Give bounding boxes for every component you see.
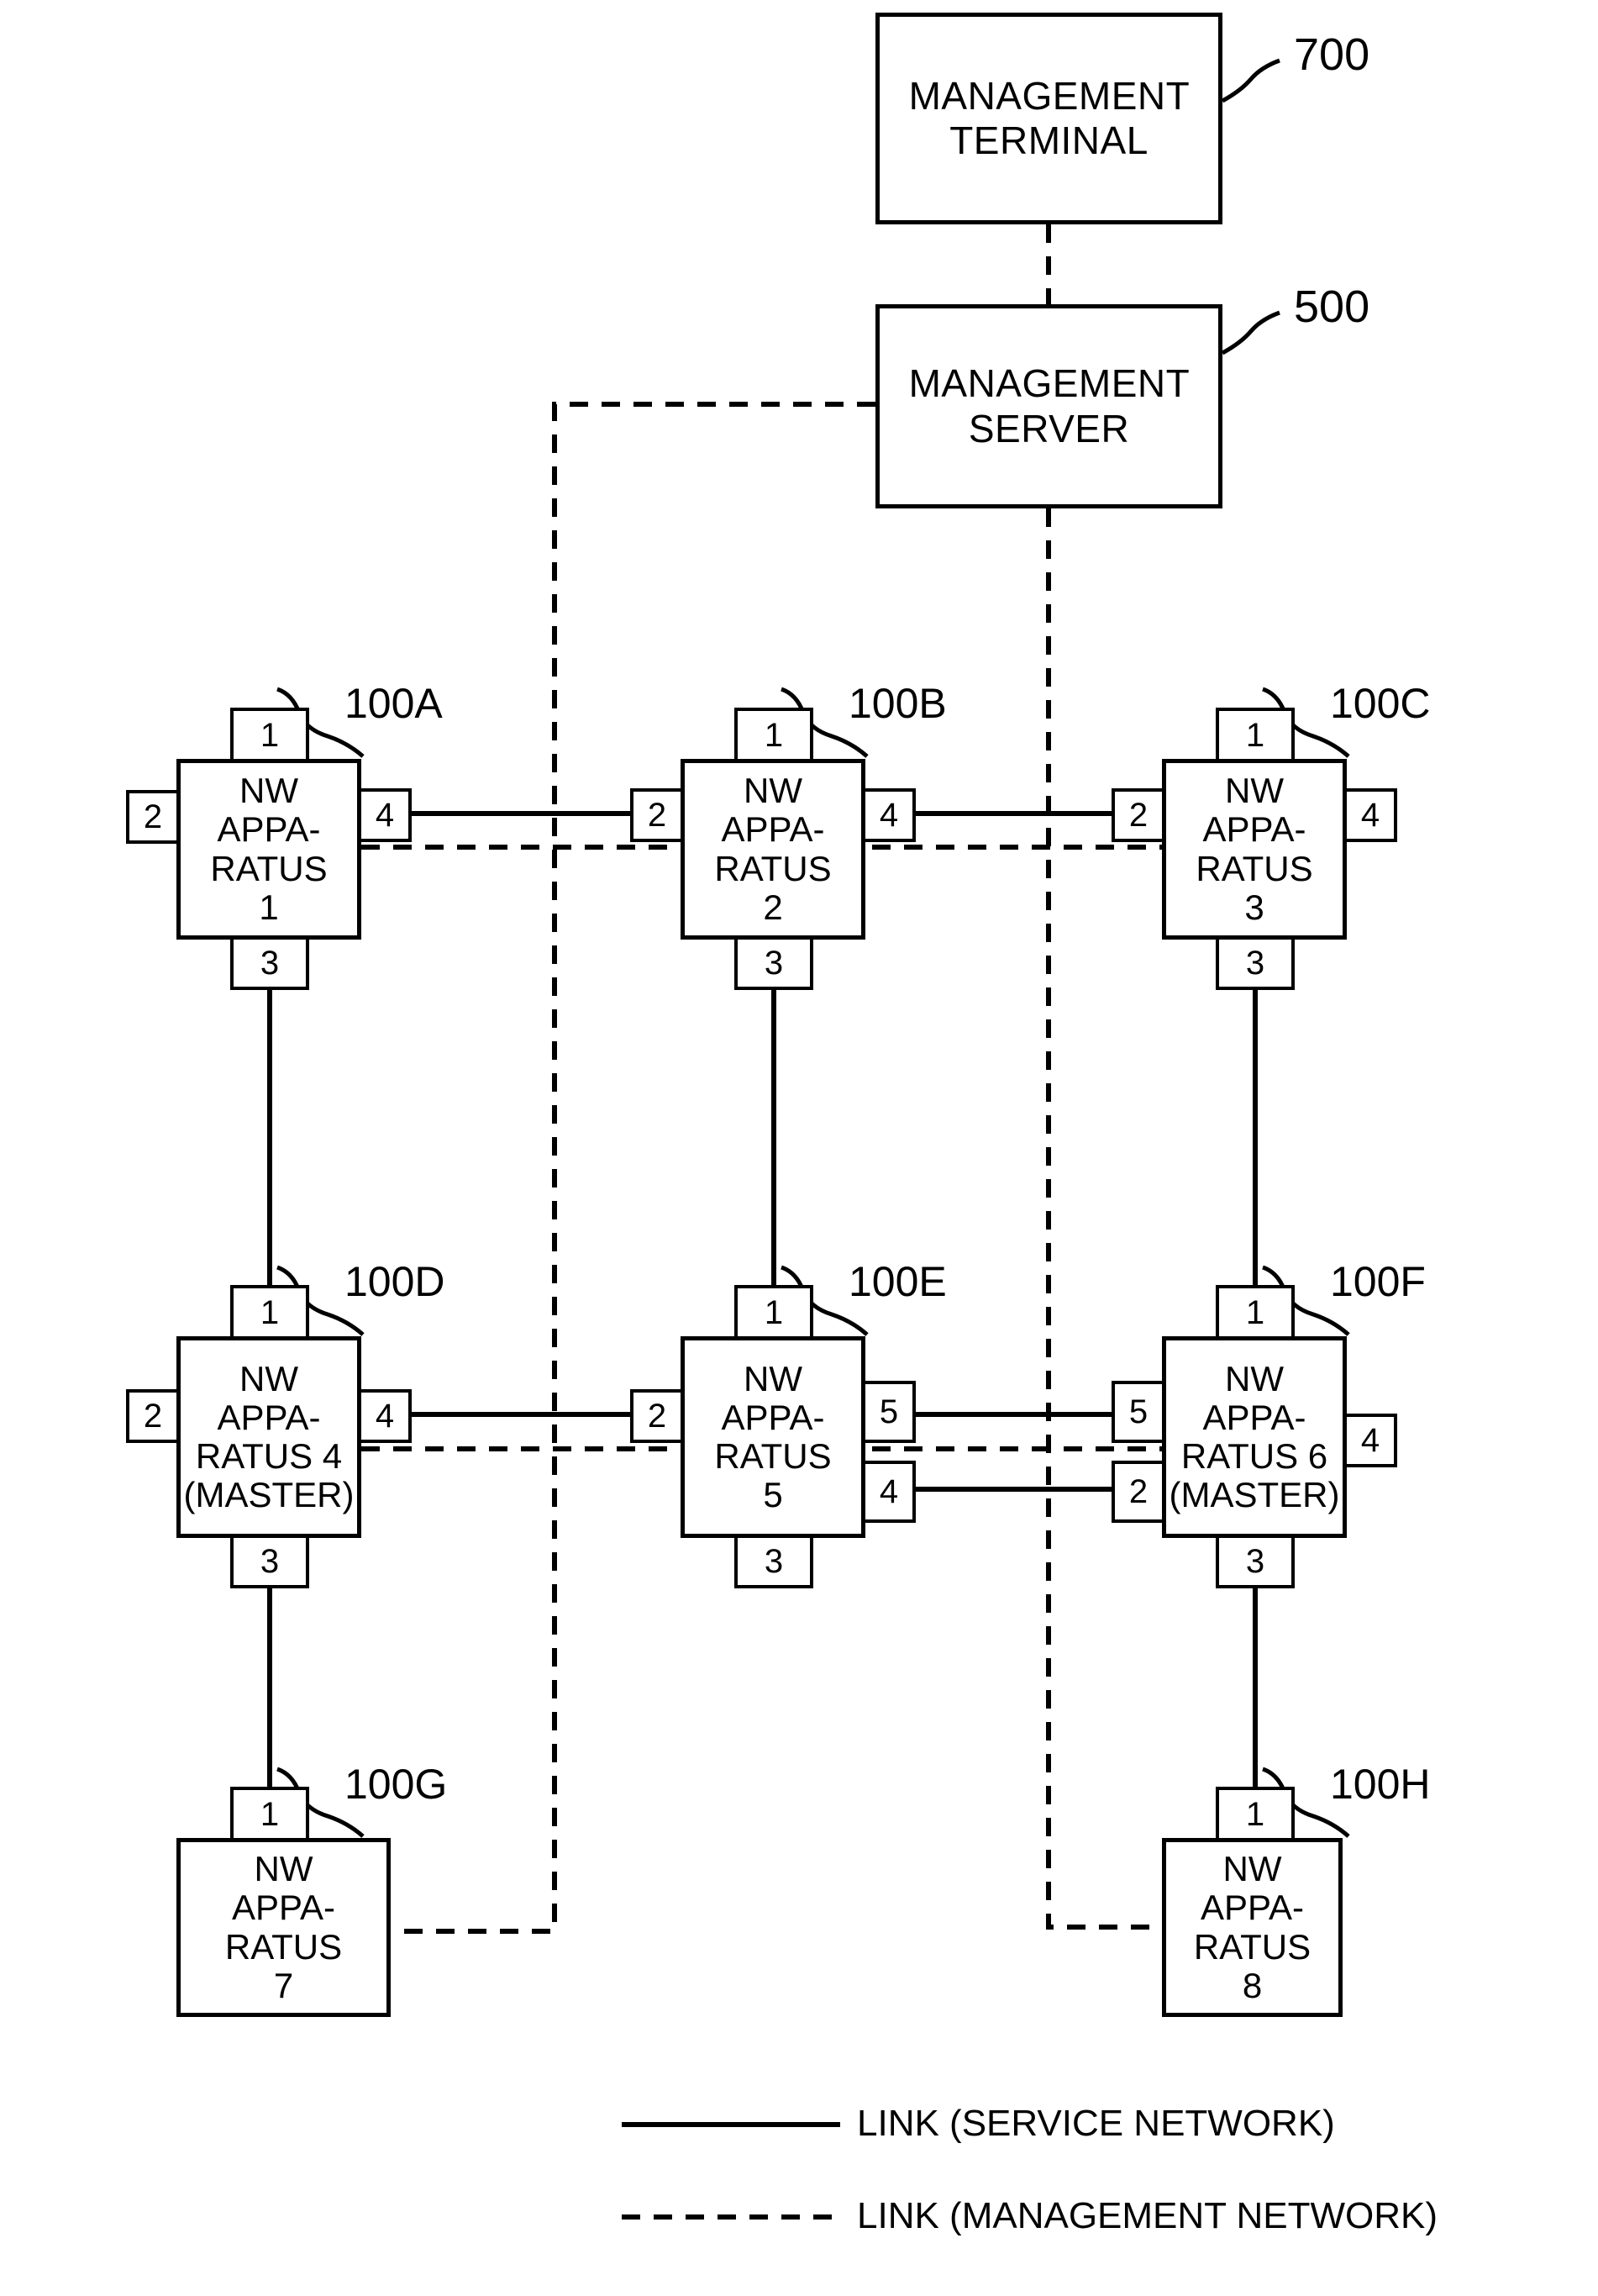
nw-apparatus-6-port-bottom[interactable]: 3: [1216, 1535, 1295, 1588]
nw-apparatus-4-port-top[interactable]: 1: [230, 1285, 309, 1340]
ref-100C: 100C: [1330, 680, 1431, 727]
ref-100A: 100A: [344, 680, 443, 727]
nw-apparatus-1-line4: 1: [259, 887, 279, 927]
nw-apparatus-3-line4: 3: [1244, 887, 1264, 927]
figure-canvas: MANAGEMENT TERMINAL 700 MANAGEMENT SERVE…: [0, 0, 1598, 2296]
nw-apparatus-3-line1: NW: [1225, 771, 1284, 811]
ref-700: 700: [1294, 29, 1370, 80]
nw-apparatus-1-line3: RATUS: [210, 848, 328, 888]
ref-100H: 100H: [1330, 1761, 1431, 1808]
nw-apparatus-1-line2: APPA-: [217, 809, 321, 850]
nw-apparatus-5-line4: 5: [763, 1475, 783, 1515]
nw-apparatus-8-line2: APPA-: [1201, 1888, 1304, 1928]
ref-100F: 100F: [1330, 1258, 1426, 1305]
nw-apparatus-2-port-left[interactable]: 2: [630, 788, 684, 842]
nw-apparatus-5-port-right-upper[interactable]: 5: [862, 1381, 916, 1443]
management-server-label-line1: MANAGEMENT: [908, 361, 1190, 406]
nw-apparatus-4-port-bottom[interactable]: 3: [230, 1535, 309, 1588]
nw-apparatus-3-port-bottom[interactable]: 3: [1216, 936, 1295, 990]
management-server-box: MANAGEMENT SERVER: [875, 304, 1222, 508]
nw-apparatus-1-box: NW APPA- RATUS 1: [176, 759, 361, 940]
nw-apparatus-6-line3: RATUS 6: [1180, 1436, 1328, 1476]
nw-apparatus-2-port-bottom[interactable]: 3: [734, 936, 813, 990]
nw-apparatus-8-line1: NW: [1222, 1849, 1282, 1889]
nw-apparatus-8-box: NW APPA- RATUS 8: [1162, 1838, 1343, 2017]
nw-apparatus-4-line1: NW: [239, 1358, 298, 1398]
nw-apparatus-2-port-top[interactable]: 1: [734, 708, 813, 762]
nw-apparatus-6-port-left-upper[interactable]: 5: [1112, 1381, 1165, 1443]
nw-apparatus-7-line2: APPA-: [232, 1888, 335, 1928]
nw-apparatus-8-line3: RATUS: [1193, 1926, 1312, 1967]
nw-apparatus-6-line4: (MASTER): [1169, 1475, 1340, 1515]
management-terminal-label-line2: TERMINAL: [949, 118, 1149, 162]
management-terminal-label-line1: MANAGEMENT: [908, 73, 1190, 118]
nw-apparatus-5-port-right-lower[interactable]: 4: [862, 1461, 916, 1523]
nw-apparatus-6-line1: NW: [1225, 1358, 1284, 1398]
nw-apparatus-6-line2: APPA-: [1202, 1397, 1306, 1437]
nw-apparatus-5-line2: APPA-: [721, 1397, 825, 1437]
nw-apparatus-5-port-left[interactable]: 2: [630, 1389, 684, 1443]
nw-apparatus-6-port-top[interactable]: 1: [1216, 1285, 1295, 1340]
nw-apparatus-4-port-left[interactable]: 2: [126, 1389, 180, 1443]
nw-apparatus-8-port-top[interactable]: 1: [1216, 1787, 1295, 1841]
nw-apparatus-1-port-top[interactable]: 1: [230, 708, 309, 762]
ref-100B: 100B: [849, 680, 947, 727]
nw-apparatus-2-line1: NW: [744, 771, 802, 811]
ref-500: 500: [1294, 282, 1370, 332]
nw-apparatus-2-line3: RATUS: [714, 848, 832, 888]
nw-apparatus-3-line3: RATUS: [1196, 848, 1313, 888]
ref-100G: 100G: [344, 1761, 448, 1808]
nw-apparatus-3-port-left[interactable]: 2: [1112, 788, 1165, 842]
legend-item-management-label: LINK (MANAGEMENT NETWORK): [857, 2195, 1438, 2236]
nw-apparatus-2-box: NW APPA- RATUS 2: [681, 759, 865, 940]
nw-apparatus-3-line2: APPA-: [1202, 809, 1306, 850]
nw-apparatus-6-box: NW APPA- RATUS 6 (MASTER): [1162, 1336, 1347, 1538]
nw-apparatus-2-line4: 2: [763, 887, 783, 927]
management-terminal-box: MANAGEMENT TERMINAL: [875, 13, 1222, 224]
management-server-label-line2: SERVER: [968, 406, 1130, 450]
nw-apparatus-6-port-right[interactable]: 4: [1343, 1414, 1397, 1467]
nw-apparatus-4-box: NW APPA- RATUS 4 (MASTER): [176, 1336, 361, 1538]
nw-apparatus-4-port-right[interactable]: 4: [358, 1389, 412, 1443]
nw-apparatus-7-line1: NW: [254, 1849, 313, 1889]
nw-apparatus-1-port-right[interactable]: 4: [358, 788, 412, 842]
nw-apparatus-5-port-top[interactable]: 1: [734, 1285, 813, 1340]
nw-apparatus-5-box: NW APPA- RATUS 5: [681, 1336, 865, 1538]
nw-apparatus-2-port-right[interactable]: 4: [862, 788, 916, 842]
nw-apparatus-3-box: NW APPA- RATUS 3: [1162, 759, 1347, 940]
nw-apparatus-4-line4: (MASTER): [183, 1475, 355, 1515]
nw-apparatus-7-line4: 7: [273, 1965, 294, 2005]
nw-apparatus-2-line2: APPA-: [721, 809, 825, 850]
ref-100E: 100E: [849, 1258, 947, 1305]
nw-apparatus-1-port-bottom[interactable]: 3: [230, 936, 309, 990]
nw-apparatus-5-line1: NW: [744, 1358, 802, 1398]
nw-apparatus-8-line4: 8: [1242, 1965, 1263, 2005]
nw-apparatus-1-line1: NW: [239, 771, 298, 811]
nw-apparatus-3-port-right[interactable]: 4: [1343, 788, 1397, 842]
nw-apparatus-7-box: NW APPA- RATUS 7: [176, 1838, 391, 2017]
nw-apparatus-4-line3: RATUS 4: [195, 1436, 343, 1476]
legend-item-service-label: LINK (SERVICE NETWORK): [857, 2103, 1335, 2144]
nw-apparatus-4-line2: APPA-: [217, 1397, 321, 1437]
nw-apparatus-7-line3: RATUS: [224, 1926, 343, 1967]
ref-100D: 100D: [344, 1258, 445, 1305]
nw-apparatus-1-port-left[interactable]: 2: [126, 790, 180, 844]
nw-apparatus-5-port-bottom[interactable]: 3: [734, 1535, 813, 1588]
nw-apparatus-6-port-left-lower[interactable]: 2: [1112, 1461, 1165, 1523]
nw-apparatus-3-port-top[interactable]: 1: [1216, 708, 1295, 762]
nw-apparatus-7-port-top[interactable]: 1: [230, 1787, 309, 1841]
nw-apparatus-5-line3: RATUS: [714, 1436, 832, 1476]
